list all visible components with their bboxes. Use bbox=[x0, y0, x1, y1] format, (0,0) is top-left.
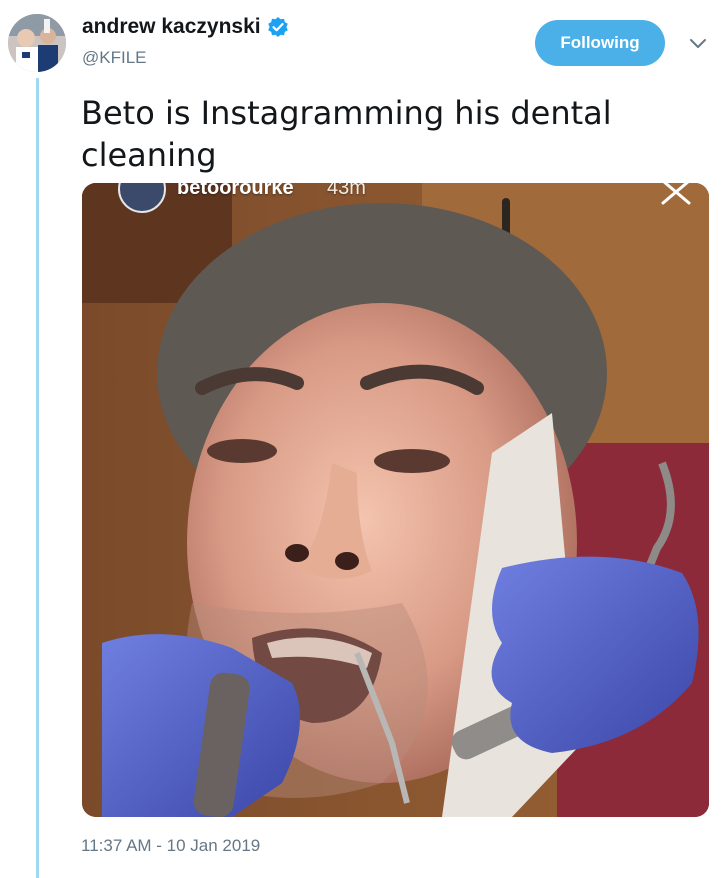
author-avatar[interactable] bbox=[8, 14, 66, 72]
following-button[interactable]: Following bbox=[535, 20, 665, 66]
tweet-text: Beto is Instagramming his dental cleanin… bbox=[81, 94, 612, 174]
tweet-timestamp[interactable]: 11:37 AM - 10 Jan 2019 bbox=[81, 836, 260, 856]
tweet-media[interactable]: betoorourke 43m bbox=[82, 183, 709, 817]
story-age: 43m bbox=[327, 183, 366, 199]
media-photo bbox=[82, 183, 709, 817]
author-handle[interactable]: @KFILE bbox=[82, 48, 147, 68]
thread-line bbox=[36, 78, 39, 878]
author-display-name[interactable]: andrew kaczynski bbox=[82, 14, 261, 40]
chevron-down-icon[interactable] bbox=[688, 36, 708, 52]
close-icon[interactable] bbox=[660, 183, 692, 205]
avatar-image bbox=[8, 14, 66, 72]
verified-badge-icon bbox=[267, 16, 289, 38]
author-name-row[interactable]: andrew kaczynski bbox=[82, 14, 289, 40]
story-username[interactable]: betoorourke bbox=[177, 183, 294, 200]
